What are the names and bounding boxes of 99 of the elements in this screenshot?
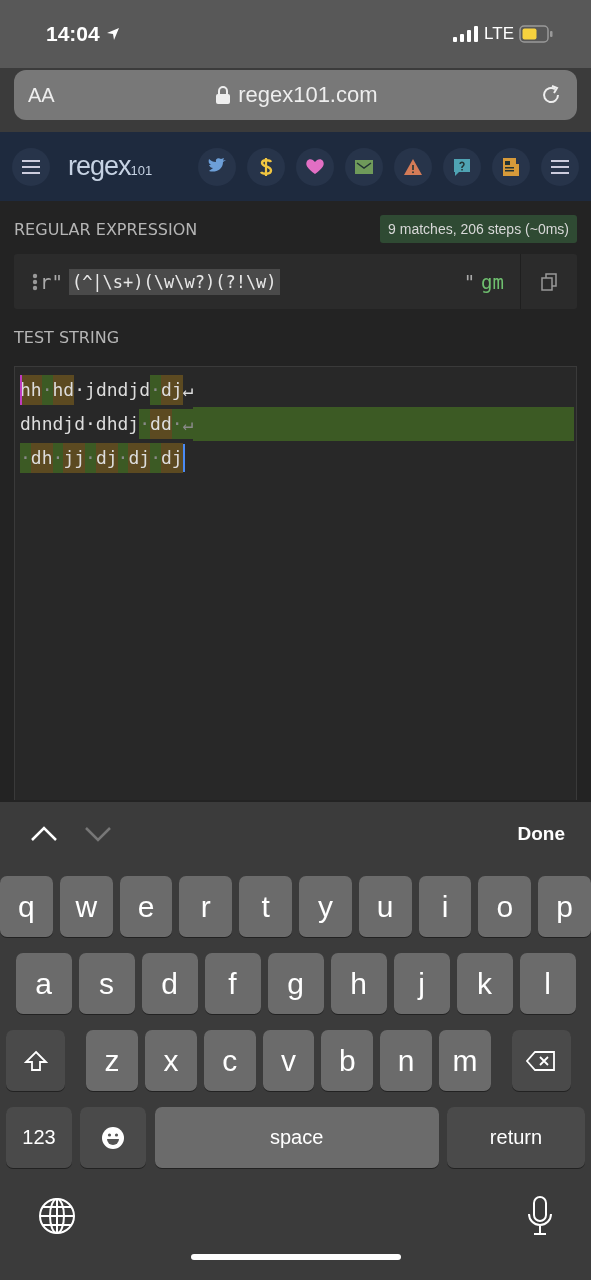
keyboard-key[interactable]: u <box>358 876 412 937</box>
network-label: LTE <box>484 24 514 44</box>
match-highlight: · <box>20 443 31 473</box>
match-highlight: dj <box>95 443 118 473</box>
keyboard-key[interactable]: w <box>59 876 113 937</box>
match-highlight: dj <box>160 443 183 473</box>
lock-icon <box>216 86 231 104</box>
copy-icon <box>541 272 557 291</box>
nav-button[interactable] <box>247 147 285 186</box>
match-highlight: · <box>117 443 129 473</box>
regex-flags[interactable]: gm <box>481 270 504 293</box>
keyboard-key[interactable]: y <box>299 876 352 937</box>
match-highlight: · <box>85 443 96 473</box>
keyboard-key[interactable]: l <box>519 953 576 1014</box>
match-info-badge: 9 matches, 206 steps (~0ms) <box>380 215 577 243</box>
match-highlight: · <box>52 443 64 473</box>
keyboard-key[interactable]: d <box>141 953 198 1014</box>
keyboard-key[interactable]: h <box>330 953 387 1014</box>
keyboard-key[interactable]: n <box>380 1030 432 1091</box>
done-button[interactable]: Done <box>517 823 565 845</box>
keyboard-key[interactable]: x <box>145 1030 197 1091</box>
nav-button[interactable] <box>296 147 334 186</box>
test-string-editor[interactable]: hh·hd·jdndjd·dj↵ dhndjd·dhdj·dd·↵ ·dh·jj·dj·dj·dj <box>14 366 577 800</box>
match-highlight: · <box>41 375 53 405</box>
delete-key[interactable] <box>511 1030 571 1091</box>
keyboard-key[interactable]: b <box>321 1030 374 1091</box>
keyboard-key[interactable]: q <box>0 876 53 937</box>
shift-icon <box>23 1049 48 1072</box>
keyboard-key[interactable]: s <box>78 953 135 1014</box>
regex-field[interactable]: r" (^|\s+)(\w\w?)(?!\w) " gm <box>14 254 577 309</box>
drag-handle-icon <box>32 272 38 291</box>
keyboard-key[interactable]: k <box>456 953 513 1014</box>
match-highlight: dd <box>150 409 172 439</box>
keyboard-key[interactable]: o <box>478 876 532 937</box>
logo-text: regex <box>68 151 131 182</box>
nav-button[interactable] <box>443 147 481 186</box>
match-highlight: jj <box>63 443 86 473</box>
return-key[interactable]: return <box>447 1107 585 1168</box>
text-cursor <box>182 444 185 472</box>
nav-button[interactable] <box>198 147 236 186</box>
match-start-marker <box>20 375 22 405</box>
globe-icon <box>38 1197 76 1235</box>
newspaper-icon <box>501 156 521 177</box>
microphone-icon <box>527 1196 553 1236</box>
address-bar[interactable]: AA regex101.com <box>14 70 577 120</box>
delete-icon <box>526 1049 557 1072</box>
test-text: dhndjd·dhdj <box>20 412 140 436</box>
text-size-button[interactable]: AA <box>28 83 55 107</box>
keyboard-key[interactable]: z <box>86 1030 138 1091</box>
keyboard-key[interactable]: g <box>267 953 324 1014</box>
match-highlight: hh <box>20 375 42 405</box>
regex-delimiter: " <box>463 270 476 293</box>
heart-icon <box>305 156 325 177</box>
keyboard-key[interactable]: e <box>119 876 173 937</box>
battery-icon <box>519 25 553 43</box>
test-text: ↵ <box>182 378 194 402</box>
url-text: regex101.com <box>238 82 378 108</box>
logo-version: 101 <box>130 163 153 178</box>
space-key[interactable]: space <box>154 1107 439 1168</box>
shift-key[interactable] <box>6 1030 66 1091</box>
match-highlight: dj <box>160 375 183 405</box>
keyboard-key[interactable]: i <box>418 876 472 937</box>
location-arrow-icon <box>105 27 120 41</box>
keyboard-key[interactable]: j <box>393 953 450 1014</box>
match-highlight: ·↵ <box>171 409 194 439</box>
keyboard-key[interactable]: t <box>239 876 292 937</box>
keyboard-key[interactable]: f <box>204 953 261 1014</box>
status-time: 14:04 <box>46 22 100 46</box>
emoji-icon <box>101 1125 126 1150</box>
keyboard-key[interactable]: c <box>203 1030 256 1091</box>
match-highlight: hd <box>52 375 75 405</box>
test-text: ·jdndjd <box>74 378 151 402</box>
nav-button[interactable] <box>345 147 383 186</box>
chevron-up-icon <box>30 826 58 842</box>
emoji-key[interactable] <box>80 1107 147 1168</box>
menu-icon <box>551 159 569 174</box>
nav-button[interactable] <box>394 147 432 186</box>
menu-button[interactable] <box>541 147 579 186</box>
help-icon <box>452 156 472 177</box>
match-highlight: · <box>150 375 161 405</box>
regex-pattern: (^|\s+)(\w\w?)(?!\w) <box>68 268 280 295</box>
menu-button[interactable] <box>12 147 50 186</box>
match-highlight: dh <box>30 443 53 473</box>
section-label: REGULAR EXPRESSION <box>14 219 198 239</box>
match-highlight: dj <box>128 443 151 473</box>
regex-delimiter: r" <box>40 270 63 293</box>
keyboard-key[interactable]: r <box>179 876 233 937</box>
menu-icon <box>22 159 40 174</box>
match-highlight: · <box>139 409 151 439</box>
keyboard-key[interactable]: m <box>439 1030 491 1091</box>
numbers-key[interactable]: 123 <box>6 1107 72 1168</box>
keyboard-key[interactable]: a <box>15 953 72 1014</box>
section-label: TEST STRING <box>14 327 120 347</box>
signal-icon <box>453 26 480 42</box>
match-highlight: · <box>150 443 161 473</box>
chevron-down-icon <box>84 826 112 842</box>
nav-button[interactable] <box>492 147 530 186</box>
keyboard-key[interactable]: v <box>262 1030 315 1091</box>
keyboard-key[interactable]: p <box>538 876 591 937</box>
